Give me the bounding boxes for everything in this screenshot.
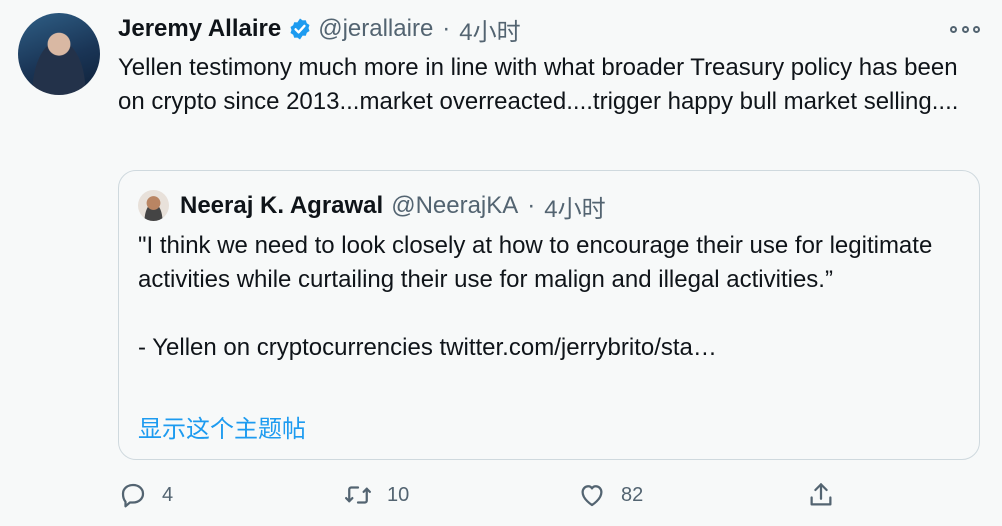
quoted-author-handle: @NeerajKA [391, 192, 519, 219]
like-icon [577, 480, 607, 510]
retweet-icon [343, 480, 373, 510]
quoted-tweet-header: Neeraj K. Agrawal @NeerajKA · 4小时 [180, 189, 606, 223]
retweet-count: 10 [387, 483, 410, 506]
tweet-header: Jeremy Allaire @jerallaire · 4小时 [118, 12, 521, 46]
share-button[interactable] [806, 478, 836, 512]
verified-badge-icon [288, 17, 312, 41]
quoted-tweet-text: "I think we need to look closely at how … [138, 232, 933, 361]
reply-button[interactable]: 4 [118, 478, 173, 512]
tweet-text: Yellen testimony much more in line with … [118, 54, 959, 115]
reply-count: 4 [162, 483, 174, 506]
reply-icon [118, 480, 148, 510]
separator-dot: · [527, 192, 536, 219]
author-name[interactable]: Jeremy Allaire [118, 15, 281, 43]
quoted-tweet-card[interactable]: Neeraj K. Agrawal @NeerajKA · 4小时 "I thi… [118, 170, 980, 460]
quoted-author-name: Neeraj K. Agrawal [180, 192, 384, 219]
quoted-tweet-timestamp: 4小时 [544, 195, 606, 223]
retweet-button[interactable]: 10 [343, 478, 409, 512]
separator-dot: · [442, 15, 451, 42]
more-options-icon[interactable] [950, 16, 980, 42]
tweet-actions: 4 10 82 [118, 478, 988, 512]
like-count: 82 [621, 483, 644, 506]
like-button[interactable]: 82 [577, 478, 643, 512]
author-avatar[interactable] [18, 13, 100, 95]
show-thread-link[interactable]: 显示这个主题帖 [138, 409, 306, 444]
author-handle[interactable]: @jerallaire [318, 15, 433, 43]
tweet-timestamp[interactable]: 4小时 [459, 12, 520, 47]
quoted-author-avatar [138, 190, 169, 221]
share-icon [806, 480, 836, 510]
